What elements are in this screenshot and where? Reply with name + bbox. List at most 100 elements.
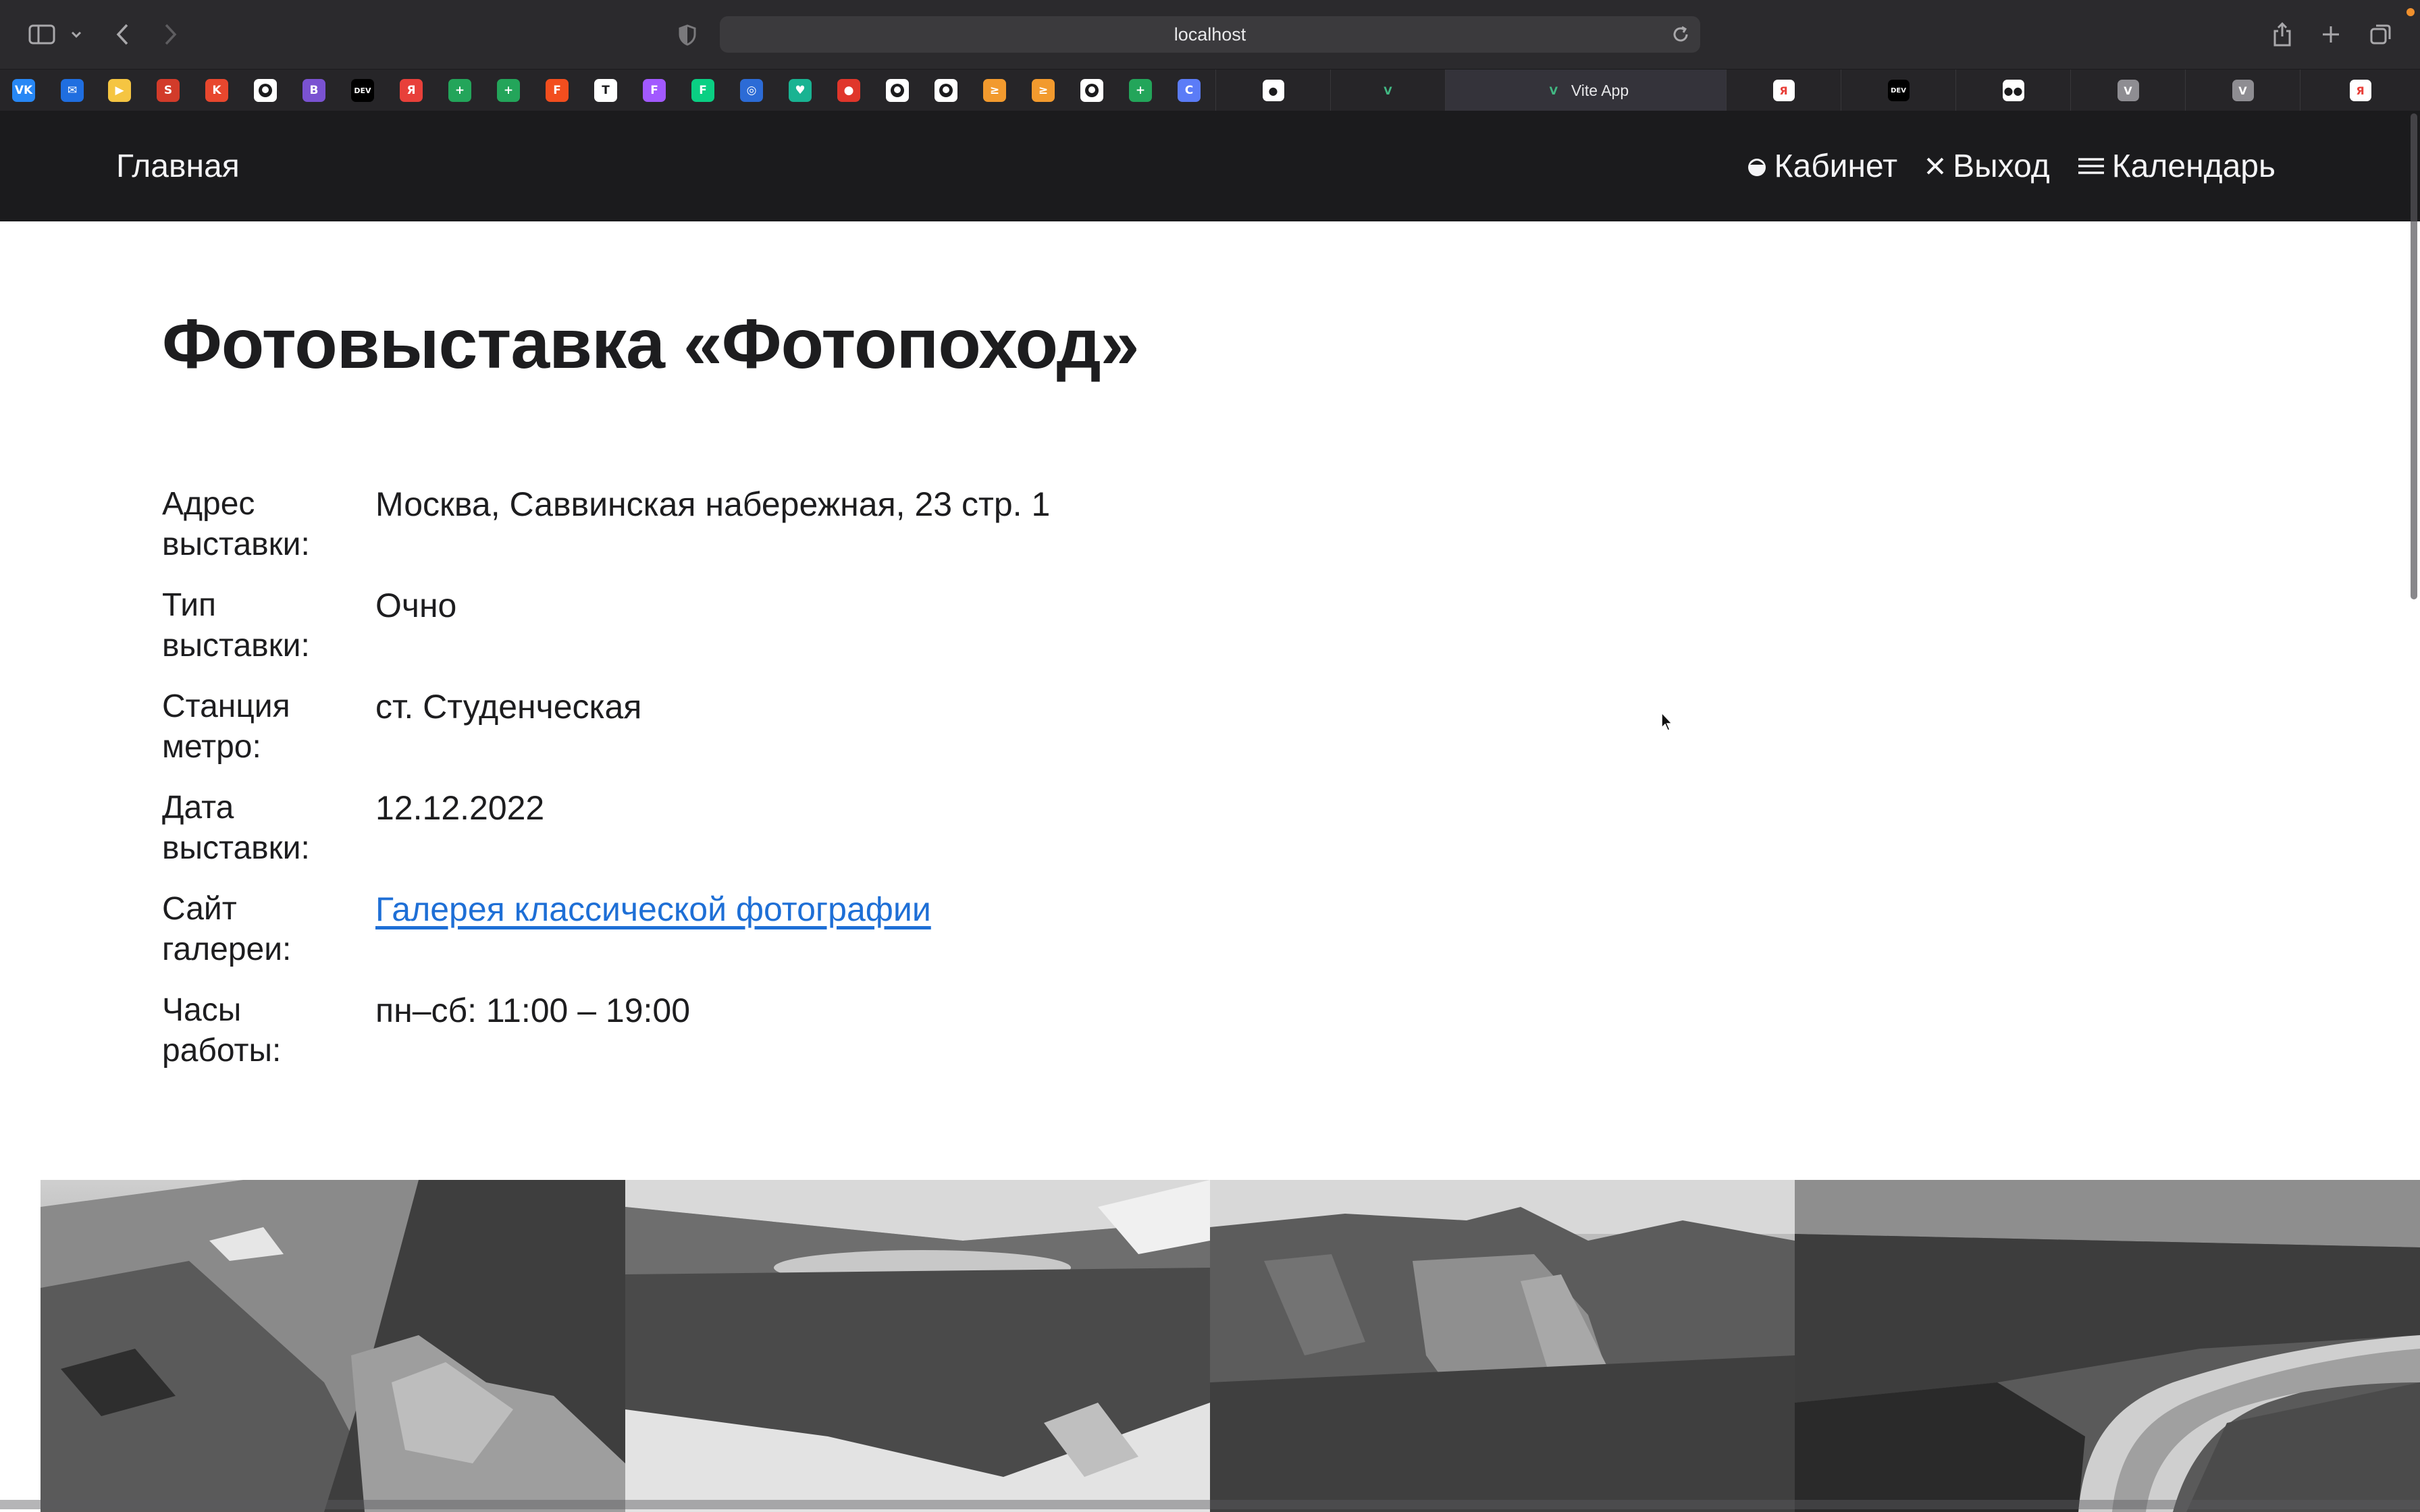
bookmark-favicon[interactable]: ◎ [740,79,763,102]
bookmark-favicon[interactable]: C [1178,79,1201,102]
detail-label-line: выставки: [162,628,310,664]
detail-hours: Часы работы: пн–сб: 11:00 – 19:00 [162,990,2255,1091]
detail-label: Адрес выставки: [162,484,375,585]
chevron-down-icon[interactable] [66,15,86,54]
notification-dot [2406,8,2415,16]
bookmark-favicon[interactable]: ● [837,79,860,102]
bookmark-favicon[interactable]: ≥ [1032,79,1055,102]
bookmark-favicon[interactable]: ≥ [983,79,1006,102]
v-icon: V [2232,80,2254,101]
bookmark-favicon[interactable]: K [205,79,228,102]
detail-label: Дата выставки: [162,788,375,889]
v-icon: V [2117,80,2139,101]
detail-value: Галерея классической фотографии [375,889,931,990]
detail-label: Тип выставки: [162,585,375,686]
bookmark-favicon[interactable]: + [1129,79,1152,102]
detail-value: Москва, Саввинская набережная, 23 стр. 1 [375,485,1051,524]
close-icon [1924,155,1946,177]
forward-icon[interactable] [157,15,184,54]
detail-label-line: Тип [162,587,217,624]
user-icon [1746,154,1768,178]
vue-icon: V [1549,84,1558,97]
detail-label: Сайт галереи: [162,889,375,990]
bookmark-favicon[interactable]: Я [400,79,423,102]
nav-cabinet-label: Кабинет [1774,148,1898,184]
browser-tab[interactable]: Я [2300,70,2420,111]
detail-label-line: выставки: [162,526,310,563]
detail-label: Станция метро: [162,686,375,788]
bookmark-favicon[interactable]: + [497,79,520,102]
detail-label-line: Дата [162,790,234,826]
bookmark-favicon[interactable]: S [157,79,180,102]
page-title: Фотовыставка «Фотопоход» [162,305,1140,383]
bookmark-favicon[interactable]: + [448,79,471,102]
reload-icon[interactable] [1671,24,1691,48]
privacy-shield-icon[interactable] [678,24,697,49]
detail-value: пн–сб: 11:00 – 19:00 [375,992,691,1030]
bookmark-favicon[interactable]: ✉ [61,79,84,102]
photo-mountain-cirque[interactable] [1210,1180,1795,1512]
detail-label-line: выставки: [162,830,310,867]
photo-mountain-rocks[interactable] [41,1180,625,1512]
share-icon[interactable] [2269,15,2296,54]
nav-calendar-label: Календарь [2111,148,2276,184]
photo-mountain-lake[interactable] [625,1180,1210,1512]
bookmark-favicon[interactable]: ▶ [108,79,131,102]
tab-overview-icon[interactable] [2367,15,2394,54]
bookmark-favicon[interactable]: DEV [351,79,374,102]
dev-icon: DEV [1887,80,1910,101]
bookmark-favicon[interactable] [254,79,277,102]
url-text: localhost [1174,24,1246,45]
bookmark-favicon[interactable] [886,79,909,102]
detail-value: 12.12.2022 [375,789,545,828]
browser-tab[interactable]: V [2185,70,2300,111]
browser-tab[interactable]: V [1330,70,1445,111]
site-header: Главная Кабинет Выход Календарь [0,111,2420,221]
gallery-website-link[interactable]: Галерея классической фотографии [375,890,931,928]
tab-label: Vite App [1571,81,1629,99]
bookmark-favicon[interactable]: B [302,79,325,102]
detail-label-line: Сайт [162,891,237,927]
detail-metro: Станция метро: ст. Студенческая [162,686,2255,788]
back-icon[interactable] [109,15,136,54]
bookmark-favicon[interactable]: F [691,79,714,102]
bookmark-favicon[interactable] [935,79,957,102]
yandex-icon: Я [2349,80,2371,101]
detail-value: Очно [375,587,457,625]
photo-forest-river[interactable] [1795,1180,2420,1512]
yandex-icon: Я [1772,80,1795,101]
bookmark-favicon[interactable]: F [643,79,666,102]
browser-toolbar: localhost [0,0,2420,69]
vue-icon: V [1384,84,1392,97]
medium-icon: ●● [2002,80,2024,101]
browser-tab[interactable]: V Vite App [1445,70,1726,111]
detail-address: Адрес выставки: Москва, Саввинская набере… [162,484,2255,585]
address-bar[interactable]: localhost [720,16,1700,53]
sidebar-toggle-icon[interactable] [26,15,58,54]
detail-label-line: метро: [162,729,261,765]
nav-cabinet[interactable]: Кабинет [1746,148,1898,185]
browser-tab[interactable]: DEV [1841,70,1955,111]
photo-gallery [41,1180,2420,1512]
bookmark-favicon[interactable]: ♥ [789,79,812,102]
home-link[interactable]: Главная [116,111,240,221]
nav-calendar[interactable]: Календарь [2077,148,2276,185]
vertical-scrollbar[interactable] [2411,113,2417,599]
nav-logout[interactable]: Выход [1924,148,2050,185]
bookmark-favicon[interactable] [1080,79,1103,102]
browser-tab[interactable]: ● [1215,70,1330,111]
detail-label: Часы работы: [162,990,375,1091]
exhibition-page: Фотовыставка «Фотопоход» Адрес выставки: … [162,221,2255,1091]
horizontal-scrollbar[interactable] [0,1500,2420,1509]
new-tab-icon[interactable] [2317,15,2344,54]
exhibition-details: Адрес выставки: Москва, Саввинская набере… [162,484,2255,1091]
menu-icon [2077,155,2105,177]
bookmark-favicon[interactable]: F [546,79,569,102]
browser-tab[interactable]: ●● [1955,70,2070,111]
detail-website: Сайт галереи: Галерея классической фотогр… [162,889,2255,990]
bookmark-favicon[interactable]: VK [12,79,35,102]
bookmark-favicon[interactable]: T [594,79,617,102]
detail-label-line: работы: [162,1033,282,1069]
browser-tab[interactable]: Я [1726,70,1841,111]
browser-tab[interactable]: V [2070,70,2185,111]
